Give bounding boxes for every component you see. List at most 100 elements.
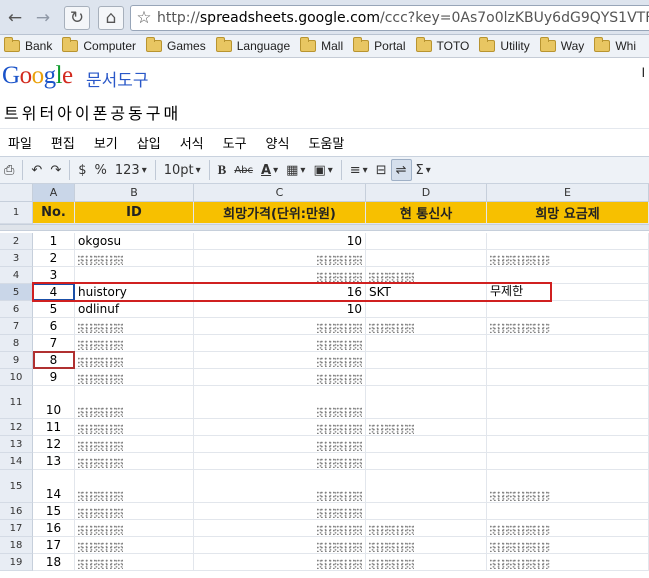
table-cell[interactable] xyxy=(75,436,194,453)
table-cell[interactable] xyxy=(366,301,487,318)
table-cell[interactable] xyxy=(366,386,487,419)
table-cell[interactable] xyxy=(194,554,366,571)
bookmark-toto[interactable]: TOTO xyxy=(415,37,469,53)
column-header-b[interactable]: B xyxy=(75,184,194,202)
table-cell[interactable]: 2 xyxy=(33,250,75,267)
bookmark-games[interactable]: Games xyxy=(146,37,206,53)
table-cell[interactable] xyxy=(194,369,366,386)
table-cell[interactable]: 10 xyxy=(194,233,366,250)
table-cell[interactable] xyxy=(75,250,194,267)
row-header[interactable]: 11 xyxy=(0,386,33,419)
table-cell[interactable]: 5 xyxy=(33,301,75,318)
table-cell[interactable] xyxy=(194,453,366,470)
bookmark-utility[interactable]: Utility xyxy=(479,37,530,53)
row-header[interactable]: 14 xyxy=(0,453,33,470)
table-cell[interactable] xyxy=(194,520,366,537)
fill-color-dropdown[interactable]: ▦ xyxy=(282,159,309,181)
table-cell[interactable] xyxy=(75,352,194,369)
table-cell[interactable]: 16 xyxy=(33,520,75,537)
bookmark-whi[interactable]: Whi xyxy=(594,37,636,53)
reload-icon[interactable]: ↻ xyxy=(64,6,90,30)
table-cell[interactable] xyxy=(75,554,194,571)
table-cell[interactable] xyxy=(194,352,366,369)
table-cell[interactable] xyxy=(75,369,194,386)
row-header[interactable]: 10 xyxy=(0,369,33,386)
bookmark-star-icon[interactable]: ☆ xyxy=(131,8,157,28)
column-header-d[interactable]: D xyxy=(366,184,487,202)
wrap-text-icon[interactable]: ⇌ xyxy=(390,159,412,181)
table-cell[interactable] xyxy=(366,520,487,537)
table-cell[interactable]: 14 xyxy=(33,470,75,503)
table-cell[interactable] xyxy=(366,537,487,554)
merge-cells-icon[interactable]: ⊟ xyxy=(372,159,391,181)
column-header-a[interactable]: A xyxy=(33,184,75,202)
menu-item-1[interactable]: 편집 xyxy=(51,133,75,152)
table-cell[interactable] xyxy=(487,419,649,436)
table-cell[interactable] xyxy=(366,369,487,386)
frozen-rows-divider[interactable] xyxy=(0,224,649,231)
row-header[interactable]: 1 xyxy=(0,202,33,224)
forward-arrow-icon[interactable]: → xyxy=(30,6,56,30)
row-header[interactable]: 16 xyxy=(0,503,33,520)
table-cell[interactable] xyxy=(75,453,194,470)
table-cell[interactable] xyxy=(194,419,366,436)
header-cell-b[interactable]: ID xyxy=(75,202,194,224)
table-cell[interactable] xyxy=(75,386,194,419)
table-cell[interactable] xyxy=(75,537,194,554)
table-cell[interactable] xyxy=(194,318,366,335)
text-color-dropdown[interactable]: A xyxy=(257,159,282,181)
row-header[interactable]: 18 xyxy=(0,537,33,554)
row-header[interactable]: 6 xyxy=(0,301,33,318)
address-bar[interactable]: ☆ http://spreadsheets.google.com/ccc?key… xyxy=(130,5,649,31)
header-cell-a[interactable]: No. xyxy=(33,202,75,224)
row-header[interactable]: 19 xyxy=(0,554,33,571)
google-logo[interactable]: Google xyxy=(2,62,73,90)
grid-corner[interactable] xyxy=(0,184,33,202)
table-cell[interactable] xyxy=(487,503,649,520)
table-cell[interactable]: 11 xyxy=(33,419,75,436)
align-dropdown[interactable]: ≡ xyxy=(346,159,372,181)
redo-icon[interactable]: ↷ xyxy=(46,159,65,181)
row-header[interactable]: 12 xyxy=(0,419,33,436)
strikethrough-button[interactable]: Abc xyxy=(230,159,257,181)
row-header[interactable]: 13 xyxy=(0,436,33,453)
table-cell[interactable]: 10 xyxy=(194,301,366,318)
functions-dropdown[interactable]: Σ xyxy=(412,159,435,181)
table-cell[interactable] xyxy=(487,352,649,369)
table-cell[interactable] xyxy=(487,301,649,318)
table-cell[interactable] xyxy=(487,470,649,503)
table-cell[interactable] xyxy=(75,503,194,520)
row-header[interactable]: 8 xyxy=(0,335,33,352)
bookmark-bank[interactable]: Bank xyxy=(4,37,52,53)
borders-dropdown[interactable]: ▣ xyxy=(309,159,336,181)
row-header[interactable]: 9 xyxy=(0,352,33,369)
spreadsheet-grid[interactable]: A B C D E 1 No. ID 희망가격(단위:만원) 현 통신사 희망 요금제 2 1 okgos… xyxy=(0,184,649,578)
table-cell[interactable] xyxy=(366,335,487,352)
print-icon[interactable]: ⎙ xyxy=(0,159,18,181)
table-cell[interactable] xyxy=(487,386,649,419)
table-cell[interactable] xyxy=(194,250,366,267)
product-name[interactable]: 문서도구 xyxy=(86,66,149,91)
menu-item-0[interactable]: 파일 xyxy=(8,133,32,152)
table-cell[interactable] xyxy=(487,453,649,470)
bold-button[interactable]: B xyxy=(214,159,231,181)
back-arrow-icon[interactable]: ← xyxy=(2,6,28,30)
row-header[interactable]: 2 xyxy=(0,233,33,250)
column-header-c[interactable]: C xyxy=(194,184,366,202)
row-header[interactable]: 17 xyxy=(0,520,33,537)
table-cell[interactable]: 18 xyxy=(33,554,75,571)
table-cell[interactable] xyxy=(194,335,366,352)
table-cell[interactable] xyxy=(487,369,649,386)
font-size-dropdown[interactable]: 10pt xyxy=(160,159,205,181)
table-cell[interactable] xyxy=(194,386,366,419)
table-cell[interactable]: okgosu xyxy=(75,233,194,250)
table-cell[interactable]: odlinuf xyxy=(75,301,194,318)
table-cell[interactable] xyxy=(487,436,649,453)
table-cell[interactable]: 1 xyxy=(33,233,75,250)
bookmark-computer[interactable]: Computer xyxy=(62,37,136,53)
table-cell[interactable] xyxy=(487,335,649,352)
row-header[interactable]: 3 xyxy=(0,250,33,267)
currency-format-button[interactable]: $ xyxy=(74,159,90,181)
document-title[interactable]: 트위터아이폰공동구매 xyxy=(4,100,181,124)
row-header[interactable]: 7 xyxy=(0,318,33,335)
